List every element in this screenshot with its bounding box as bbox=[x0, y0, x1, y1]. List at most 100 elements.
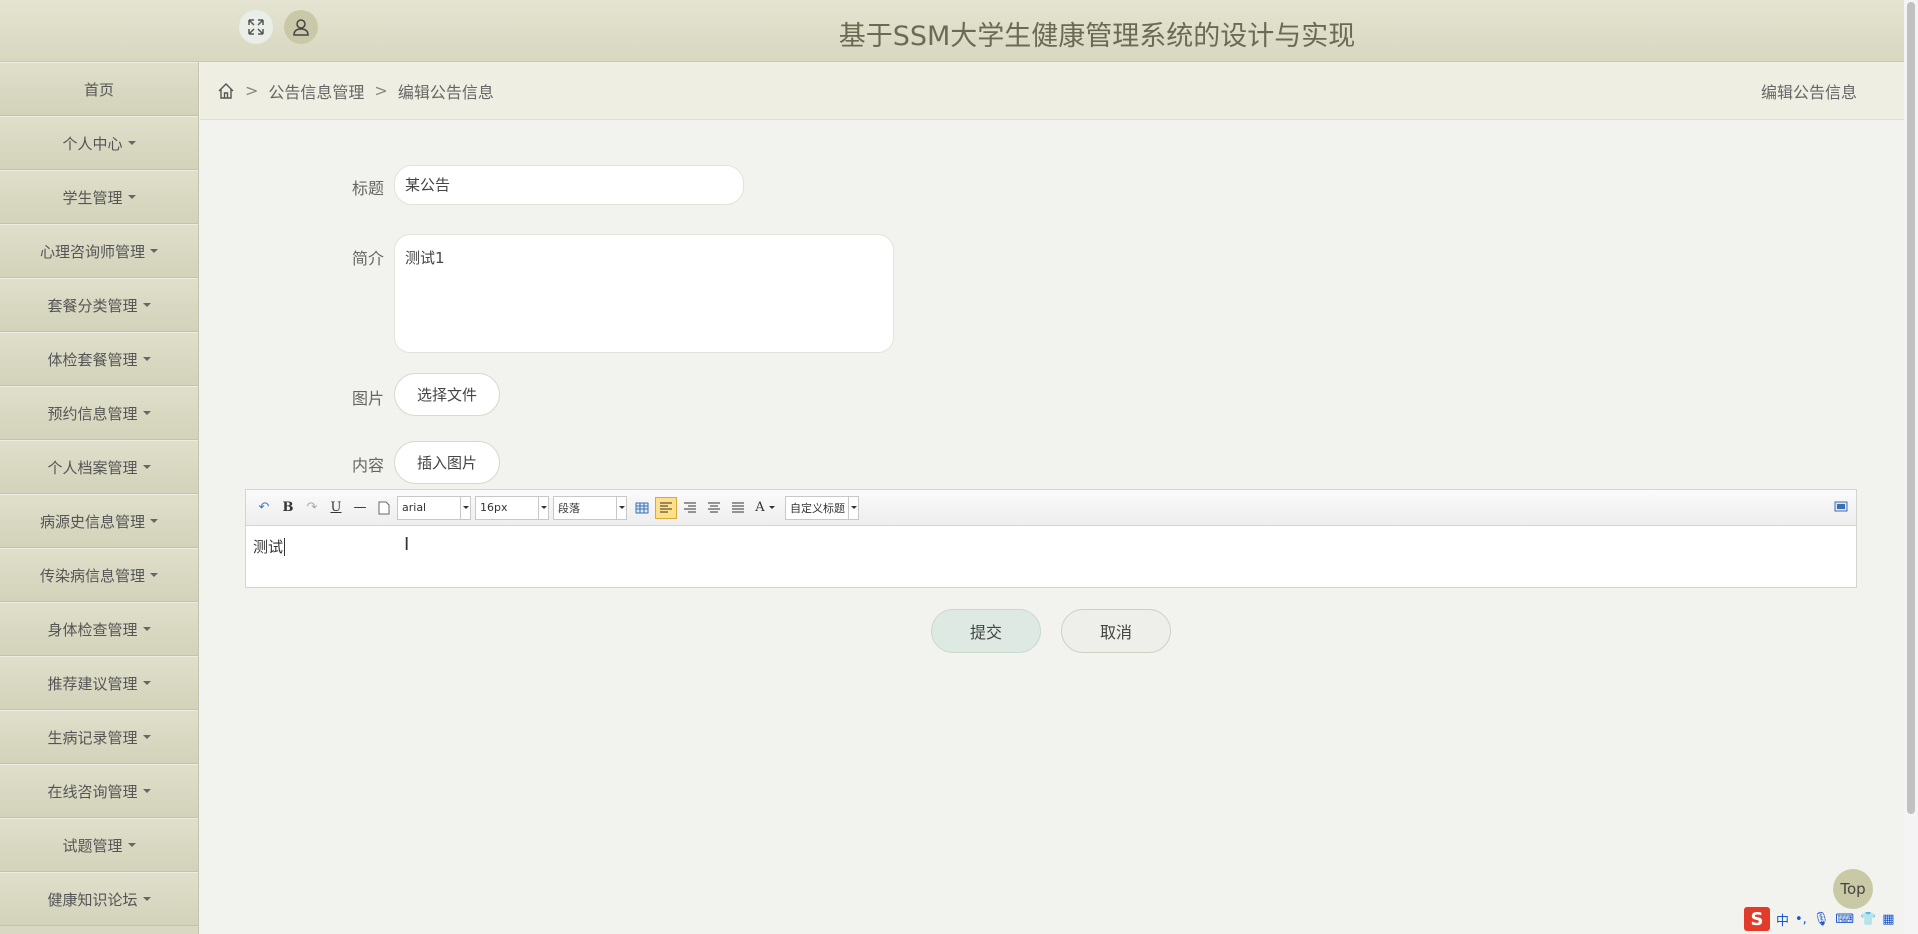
cancel-button[interactable]: 取消 bbox=[1061, 609, 1171, 653]
caret-down-icon bbox=[150, 519, 158, 523]
sidebar-item[interactable]: 首页 bbox=[0, 62, 198, 116]
section-title: 编辑公告信息 bbox=[1760, 82, 1857, 102]
bold-button[interactable]: B bbox=[277, 497, 299, 519]
align-left-button[interactable] bbox=[655, 496, 677, 519]
text-cursor-icon: I bbox=[404, 534, 410, 555]
sidebar-item[interactable]: 学生管理 bbox=[0, 170, 198, 224]
caret-down-icon bbox=[142, 897, 151, 901]
sidebar-item[interactable]: 个人中心 bbox=[0, 116, 198, 170]
caret-down-icon bbox=[150, 573, 158, 577]
undo-button[interactable]: ↶ bbox=[253, 497, 275, 519]
source-code-icon bbox=[1834, 501, 1848, 512]
sidebar-item[interactable]: 体检套餐管理 bbox=[0, 332, 198, 386]
sidebar-item[interactable]: 个人档案管理 bbox=[0, 440, 198, 494]
ime-language-toggle[interactable]: 中 bbox=[1776, 910, 1789, 929]
table-button[interactable] bbox=[631, 497, 653, 519]
sidebar: 首页个人中心学生管理心理咨询师管理 套餐分类管理体检套餐管理 预约信息管理 个人档案管… bbox=[0, 62, 199, 934]
back-to-top-button[interactable]: Top bbox=[1833, 869, 1873, 909]
skin-icon[interactable]: 👕 bbox=[1860, 912, 1876, 927]
sidebar-item[interactable]: 心理咨询师管理 bbox=[0, 224, 198, 278]
sidebar-item[interactable]: 病源史信息管理 bbox=[0, 494, 198, 548]
custom-heading-select[interactable]: 自定义标题 bbox=[785, 495, 859, 520]
sidebar-item[interactable]: 传染病信息管理 bbox=[0, 548, 198, 602]
sidebar-item-label: 病源史信息管理 bbox=[39, 512, 145, 531]
breadcrumb-announcement-management[interactable]: 公告信息管理 bbox=[268, 79, 364, 103]
custom-heading-value: 自定义标题 bbox=[790, 501, 845, 515]
editor-content-text: 测试 bbox=[253, 538, 284, 556]
title-label: 标题 bbox=[352, 179, 385, 198]
home-link[interactable] bbox=[217, 82, 235, 100]
chevron-down-icon bbox=[538, 496, 548, 519]
sidebar-item[interactable]: 推荐建议管理 bbox=[0, 656, 198, 710]
align-center-button[interactable] bbox=[703, 497, 725, 519]
breadcrumb: > 公告信息管理 > 编辑公告信息 编辑公告信息 bbox=[200, 62, 1904, 120]
font-size-select[interactable]: 16px bbox=[475, 495, 549, 520]
font-family-select[interactable]: arial bbox=[397, 495, 471, 520]
chevron-down-icon bbox=[768, 506, 775, 509]
font-color-button[interactable]: A bbox=[751, 497, 779, 519]
font-family-value: arial bbox=[402, 501, 427, 514]
document-icon bbox=[378, 501, 390, 514]
align-center-icon bbox=[708, 502, 720, 512]
align-right-button[interactable] bbox=[679, 497, 701, 519]
caret-down-icon bbox=[127, 195, 136, 199]
table-icon bbox=[635, 502, 649, 513]
sidebar-item-label: 预约信息管理 bbox=[47, 404, 138, 423]
choose-file-button[interactable]: 选择文件 bbox=[394, 373, 500, 416]
sidebar-item[interactable]: 套餐分类管理 bbox=[0, 278, 198, 332]
sogou-logo-icon[interactable]: S bbox=[1744, 907, 1770, 931]
horizontal-rule-icon: — bbox=[353, 500, 367, 515]
sidebar-item[interactable]: 在线咨询管理 bbox=[0, 764, 198, 818]
sidebar-item-label: 个人中心 bbox=[62, 134, 123, 153]
title-input[interactable]: 某公告 bbox=[394, 165, 744, 205]
undo-icon: ↶ bbox=[258, 500, 270, 515]
scrollbar-thumb[interactable] bbox=[1907, 2, 1915, 814]
editor-toolbar: ↶ B ↷ U — arial 16px 段落 A 自定义标题 bbox=[246, 490, 1856, 526]
caret-down-icon bbox=[142, 681, 151, 685]
top-header: 基于SSM大学生健康管理系统的设计与实现 bbox=[0, 0, 1904, 62]
sidebar-item-label: 个人档案管理 bbox=[47, 458, 138, 477]
sidebar-item-label: 传染病信息管理 bbox=[39, 566, 145, 585]
intro-textarea[interactable]: 测试1 bbox=[394, 234, 894, 353]
page-scrollbar[interactable] bbox=[1904, 0, 1918, 934]
caret-down-icon bbox=[127, 141, 136, 145]
caret-down-icon bbox=[142, 357, 151, 361]
caret-down-icon bbox=[142, 411, 151, 415]
sidebar-item-label: 学生管理 bbox=[62, 188, 123, 207]
ime-punctuation-toggle[interactable]: •, bbox=[1795, 912, 1807, 927]
align-justify-button[interactable] bbox=[727, 497, 749, 519]
html-source-button[interactable] bbox=[1834, 498, 1848, 517]
redo-button[interactable]: ↷ bbox=[301, 497, 323, 519]
grid-menu-icon[interactable]: ▦ bbox=[1882, 912, 1894, 927]
keyboard-icon[interactable]: ⌨ bbox=[1835, 912, 1854, 927]
underline-icon: U bbox=[330, 500, 342, 515]
breadcrumb-separator: > bbox=[245, 81, 259, 100]
clear-format-button[interactable] bbox=[373, 497, 395, 519]
sidebar-item[interactable]: 身体检查管理 bbox=[0, 602, 198, 656]
insert-image-button[interactable]: 插入图片 bbox=[394, 441, 500, 484]
chevron-down-icon bbox=[848, 496, 858, 519]
caret-down-icon bbox=[142, 627, 151, 631]
chevron-down-icon bbox=[616, 496, 626, 519]
sidebar-item-label: 在线咨询管理 bbox=[47, 782, 138, 801]
caret-down-icon bbox=[142, 789, 151, 793]
underline-button[interactable]: U bbox=[325, 497, 347, 519]
sidebar-item[interactable]: 试题管理 bbox=[0, 818, 198, 872]
align-justify-icon bbox=[732, 502, 744, 512]
sidebar-item-label: 推荐建议管理 bbox=[47, 674, 138, 693]
sidebar-item[interactable]: 生病记录管理 bbox=[0, 710, 198, 764]
submit-button[interactable]: 提交 bbox=[931, 609, 1041, 653]
sidebar-item[interactable]: 健康知识论坛 bbox=[0, 872, 198, 926]
sidebar-item-label: 首页 bbox=[83, 80, 114, 99]
caret-down-icon bbox=[142, 303, 151, 307]
image-label: 图片 bbox=[352, 389, 385, 408]
editor-content-area[interactable]: 测试 bbox=[246, 526, 1856, 567]
paragraph-select[interactable]: 段落 bbox=[553, 495, 627, 520]
caret-down-icon bbox=[150, 249, 158, 253]
sidebar-item[interactable]: 预约信息管理 bbox=[0, 386, 198, 440]
ime-toolbar: S 中 •, 🎙 ⌨ 👕 ▦ bbox=[1744, 906, 1918, 932]
font-size-value: 16px bbox=[480, 501, 508, 514]
horizontal-rule-button[interactable]: — bbox=[349, 497, 371, 519]
microphone-icon[interactable]: 🎙 bbox=[1813, 912, 1830, 927]
sidebar-item-label: 体检套餐管理 bbox=[47, 350, 138, 369]
